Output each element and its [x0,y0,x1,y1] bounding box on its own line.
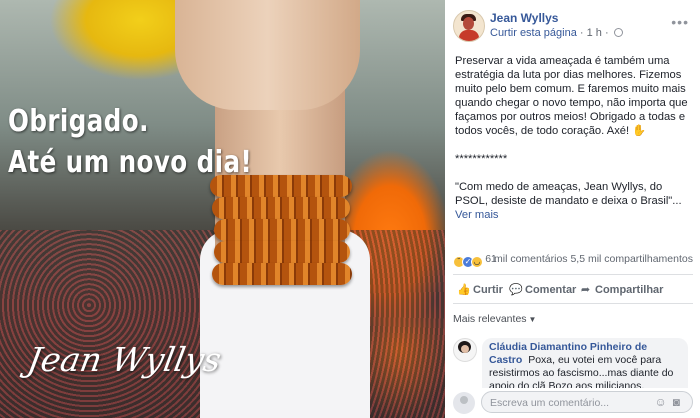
bracelet [212,197,350,219]
like-button[interactable]: 👍 Curtir [457,283,503,296]
post-time[interactable]: 1 h [587,27,602,39]
overlay-text-line1: Obrigado. [8,104,149,139]
meta-separator: · [579,27,584,39]
bracelet [214,241,350,263]
post-quote: "Com medo de ameaças, Jean Wyllys, do PS… [455,181,682,207]
share-arrow-icon: ➦ [580,284,591,296]
divider [453,274,693,275]
avatar-face [461,345,469,353]
hand-emoji-icon: ✋ [632,125,647,137]
camera-icon[interactable]: ◙ [673,395,686,409]
avatar-face [463,17,474,30]
speech-bubble-icon: 💬 [509,284,523,296]
signature: Jean Wyllys [24,340,225,379]
comment-share-stats[interactable]: 6 mil comentários 5,5 mil compartilhamen… [485,253,693,265]
comment-button[interactable]: 💬 Comentar [509,283,576,296]
bracelet [212,263,352,285]
haha-reaction-icon[interactable]: ◡ [471,256,483,268]
raised-fist [175,0,360,110]
post-header: Jean Wyllys Curtir esta página · 1 h · •… [453,10,693,42]
page-name-link[interactable]: Jean Wyllys [490,11,558,25]
more-options-icon[interactable]: ••• [671,14,689,30]
globe-icon [613,28,623,37]
comment-item: Cláudia Diamantino Pinheiro de Castro Po… [453,338,693,388]
post-photo[interactable]: Obrigado. Até um novo dia! Jean Wyllys [0,0,445,418]
share-button[interactable]: ➦ Compartilhar [579,283,664,296]
reactions-bar: ˘ ✓ ◡ 1 6 mil comentários 5,5 mil comparti… [453,253,693,269]
comment-composer: Escreva um comentário... ☺◙ [453,389,693,415]
comment-input[interactable]: Escreva um comentário... ☺◙ [481,391,693,413]
post-meta: Curtir esta página · 1 h · [490,27,623,39]
comment-bubble: Cláudia Diamantino Pinheiro de Castro Po… [482,338,688,388]
commenter-avatar[interactable] [453,338,477,362]
comment-placeholder: Escreva um comentário... [490,397,610,409]
post-stars: ************ [455,153,508,165]
thumbs-up-icon: 👍 [457,284,471,296]
avatar-body [459,30,479,41]
post-panel: Jean Wyllys Curtir esta página · 1 h · •… [445,0,700,418]
comment-sort-dropdown[interactable]: Mais relevantes ▼ [453,313,536,325]
comment-label: Comentar [525,284,577,296]
overlay-text-line2: Até um novo dia! [8,145,253,180]
see-more-link[interactable]: Ver mais [455,209,499,221]
emoji-icon[interactable]: ☺ [654,395,672,409]
page-avatar[interactable] [453,10,485,42]
post-text: Preservar a vida ameaçada é também uma e… [455,54,693,236]
divider [453,303,693,304]
post-paragraph: Preservar a vida ameaçada é também uma e… [455,55,688,137]
like-label: Curtir [473,284,503,296]
meta-separator: · [604,27,609,39]
comment-sort-label: Mais relevantes [453,313,527,325]
bracelet [214,219,350,241]
like-page-link[interactable]: Curtir esta página [490,27,577,39]
caret-down-icon: ▼ [528,315,537,324]
user-avatar [453,392,475,414]
share-label: Compartilhar [595,284,664,296]
post-actions: 👍 Curtir 💬 Comentar ➦ Compartilhar [453,279,693,301]
